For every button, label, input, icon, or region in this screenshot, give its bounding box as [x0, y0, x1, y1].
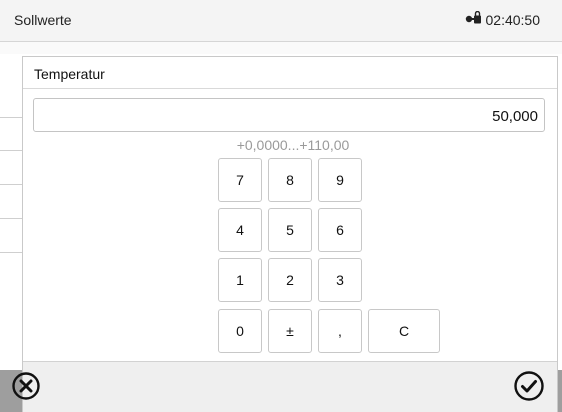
- key-6[interactable]: 6: [318, 208, 362, 252]
- clock-time: 02:40:50: [485, 11, 541, 28]
- key-8[interactable]: 8: [268, 158, 312, 202]
- background-divider: [0, 184, 24, 185]
- page-title: Sollwerte: [14, 12, 72, 28]
- confirm-button[interactable]: [511, 370, 547, 406]
- dialog-title: Temperatur: [34, 66, 105, 82]
- background-band: [0, 42, 562, 54]
- value-text: 50,000: [492, 108, 538, 125]
- numeric-input-dialog: Temperatur 50,000 +0,0000...+110,00 7 8 …: [12, 56, 558, 412]
- background-divider: [0, 218, 24, 219]
- confirm-circle-check-icon: [513, 370, 545, 407]
- background-divider: [0, 252, 24, 253]
- background-divider: [0, 117, 24, 118]
- dialog-footer: [12, 361, 557, 412]
- cancel-button[interactable]: [8, 370, 44, 406]
- cancel-circle-x-icon: [11, 371, 41, 406]
- key-plus-minus[interactable]: ±: [268, 309, 312, 353]
- lock-key-icon: [464, 10, 482, 28]
- key-3[interactable]: 3: [318, 258, 362, 302]
- status-area: 02:40:50: [464, 10, 541, 28]
- key-9[interactable]: 9: [318, 158, 362, 202]
- dialog-header: Temperatur: [23, 57, 557, 89]
- key-7[interactable]: 7: [218, 158, 262, 202]
- key-2[interactable]: 2: [268, 258, 312, 302]
- key-comma[interactable]: ,: [318, 309, 362, 353]
- key-4[interactable]: 4: [218, 208, 262, 252]
- key-clear[interactable]: C: [368, 309, 440, 353]
- key-0[interactable]: 0: [218, 309, 262, 353]
- key-1[interactable]: 1: [218, 258, 262, 302]
- value-input[interactable]: 50,000: [33, 98, 545, 132]
- key-5[interactable]: 5: [268, 208, 312, 252]
- value-range: +0,0000...+110,00: [236, 137, 350, 153]
- top-bar: Sollwerte 02:40:50: [0, 0, 562, 42]
- background-divider: [0, 150, 24, 151]
- screen: Sollwerte 02:40:50 Temperatur 50,000 +0,…: [0, 0, 562, 412]
